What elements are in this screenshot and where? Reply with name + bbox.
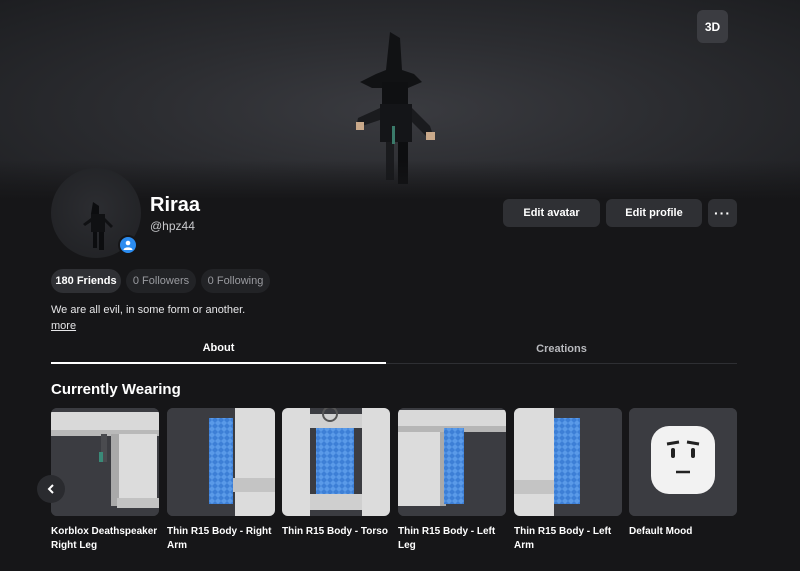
avatar-3d-figure[interactable] [352, 30, 442, 190]
bio-more-link[interactable]: more [51, 320, 76, 332]
item-name: Thin R15 Body - Right Arm [167, 526, 272, 551]
display-name: Riraa [150, 194, 201, 216]
item-name: Thin R15 Body - Left Leg [398, 526, 496, 551]
wearing-item[interactable]: Thin R15 Body - Left Arm [514, 408, 622, 553]
item-name: Thin R15 Body - Torso [282, 526, 388, 537]
friends-count-pill[interactable]: 180 Friends [51, 269, 121, 293]
wearing-item[interactable]: Default Mood [629, 408, 737, 539]
profile-tabs: About Creations [51, 334, 737, 364]
wearing-item[interactable]: Thin R15 Body - Torso [282, 408, 390, 539]
view-3d-toggle-button[interactable]: 3D [697, 10, 728, 43]
currently-wearing-heading: Currently Wearing [51, 381, 181, 398]
wearing-item[interactable]: Thin R15 Body - Left Leg [398, 408, 506, 553]
item-name: Korblox Deathspeaker Right Leg [51, 526, 158, 551]
wearing-item[interactable]: Korblox Deathspeaker Right Leg [51, 408, 159, 553]
item-thumbnail [51, 408, 159, 516]
premium-badge-icon [118, 235, 138, 255]
edit-profile-button[interactable]: Edit profile [606, 199, 702, 227]
item-thumbnail [629, 408, 737, 516]
edit-avatar-button[interactable]: Edit avatar [503, 199, 600, 227]
followers-count-pill[interactable]: 0 Followers [126, 269, 196, 293]
item-thumbnail [282, 408, 390, 516]
item-name: Default Mood [629, 526, 693, 537]
avatar-hero-banner: 3D [0, 0, 800, 200]
item-name: Thin R15 Body - Left Arm [514, 526, 612, 551]
item-thumbnail [398, 408, 506, 516]
carousel-prev-button[interactable] [37, 475, 65, 503]
profile-page: 3D Riraa @hpz44 Edit avatar Edit profile… [0, 0, 800, 571]
chevron-left-icon [47, 484, 54, 494]
item-thumbnail [167, 408, 275, 516]
currently-wearing-carousel: Korblox Deathspeaker Right Leg Thin R15 … [51, 408, 737, 558]
following-count-pill[interactable]: 0 Following [201, 269, 270, 293]
tab-creations[interactable]: Creations [386, 334, 737, 364]
item-thumbnail [514, 408, 622, 516]
bio-text: We are all evil, in some form or another… [51, 304, 246, 316]
wearing-item[interactable]: Thin R15 Body - Right Arm [167, 408, 275, 553]
username: @hpz44 [150, 219, 195, 233]
more-options-button[interactable]: ··· [708, 199, 737, 227]
tab-about[interactable]: About [51, 334, 386, 364]
